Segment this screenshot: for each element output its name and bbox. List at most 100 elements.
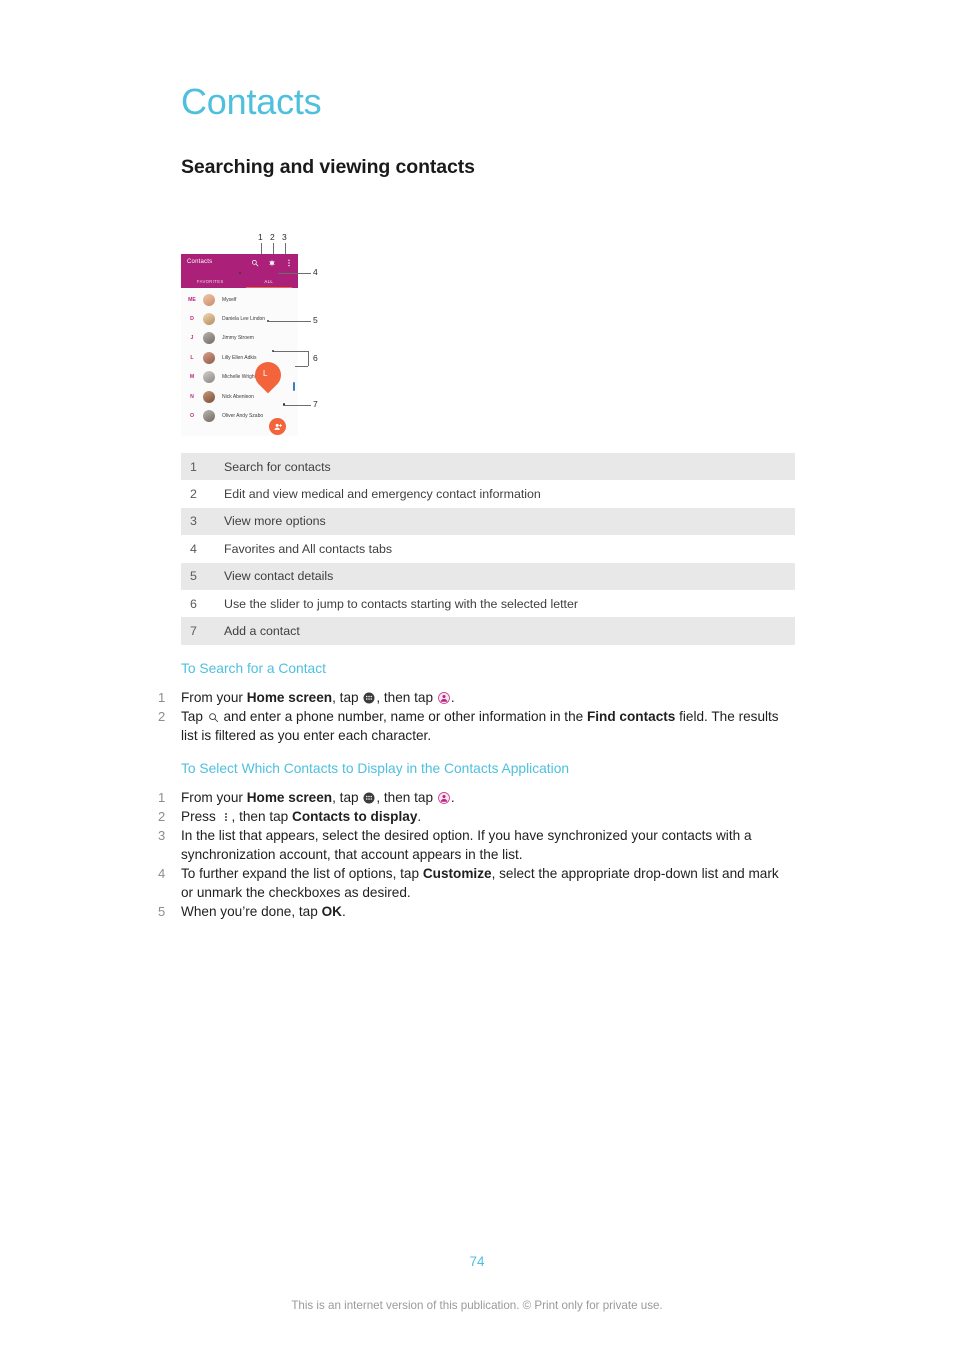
avatar: [203, 313, 215, 326]
step-emphasis: OK: [321, 904, 342, 919]
contact-name: Oliver Andy Szabo: [222, 413, 264, 420]
step-item: 2 Press , then tap Contacts to display.: [155, 807, 785, 826]
leader-line-6b: [307, 351, 309, 366]
callout-1: 1: [258, 232, 263, 242]
contacts-app-icon: [437, 792, 450, 804]
medical-emergency-icon[interactable]: [268, 259, 276, 267]
step-emphasis: Home screen: [246, 790, 333, 805]
step-number: 1: [158, 790, 166, 805]
step-text-part: From your: [181, 690, 247, 705]
contact-letter: D: [190, 316, 194, 323]
contacts-screen-illustration: 1 2 3 Contacts FAVORITES ALL ME Myself D…: [181, 232, 331, 442]
step-text-part: .: [450, 690, 455, 705]
tab-favorites[interactable]: FAVORITES: [181, 274, 240, 288]
legend-number: 5: [190, 569, 197, 584]
table-row: 3 View more options: [181, 507, 795, 536]
step-text: Press , then tap Contacts to display.: [181, 807, 785, 826]
legend-text: Add a contact: [224, 624, 300, 639]
legend-table: 1 Search for contacts 2 Edit and view me…: [181, 453, 795, 645]
search-icon[interactable]: [251, 259, 259, 267]
contact-name: Nick Abenleon: [222, 393, 254, 400]
alphabet-slider-thumb[interactable]: [293, 382, 295, 391]
step-text-part: .: [450, 790, 455, 805]
contact-name: Michelle Wright: [222, 374, 257, 381]
step-item: 4 To further expand the list of options,…: [155, 864, 785, 902]
legend-number: 4: [190, 541, 197, 556]
more-options-icon[interactable]: [285, 259, 293, 267]
callout-6: 6: [313, 353, 318, 363]
legend-text: Use the slider to jump to contacts start…: [224, 596, 578, 611]
contact-name: Lilly Ellen Adkis: [222, 354, 257, 361]
list-item[interactable]: ME Myself: [181, 290, 298, 309]
step-emphasis: Customize: [422, 866, 492, 881]
avatar: [203, 410, 215, 423]
step-text-part: To further expand the list of options, t…: [181, 866, 423, 881]
legend-text: Favorites and All contacts tabs: [224, 541, 393, 556]
tab-all[interactable]: ALL: [240, 274, 299, 289]
alphabet-slider-letter: L: [263, 369, 268, 378]
document-page: Contacts Searching and viewing contacts …: [0, 0, 954, 1350]
contact-letter: O: [189, 413, 195, 420]
step-number: 2: [158, 709, 166, 724]
table-row: 5 View contact details: [181, 562, 795, 590]
step-text-part: .: [341, 904, 346, 919]
step-item: 2 Tap and enter a phone number, name or …: [155, 707, 785, 745]
legend-text: View contact details: [224, 569, 334, 584]
step-text-part: Press: [181, 809, 220, 824]
step-item: 1 From your Home screen, tap , then tap …: [155, 688, 785, 707]
app-drawer-icon: [363, 692, 375, 704]
app-bar-actions: [251, 259, 293, 267]
step-text: To further expand the list of options, t…: [181, 864, 785, 902]
leader-line-6a: [273, 351, 308, 352]
add-contact-button[interactable]: [269, 418, 286, 435]
table-row: 2 Edit and view medical and emergency co…: [181, 480, 795, 508]
legend-text: Search for contacts: [224, 459, 331, 474]
step-text: From your Home screen, tap , then tap .: [181, 688, 785, 707]
app-bar-title: Contacts: [187, 259, 213, 265]
avatar: [203, 293, 215, 306]
table-row: 7 Add a contact: [181, 617, 795, 645]
step-emphasis: Find contacts: [586, 709, 676, 724]
callout-2: 2: [270, 232, 275, 242]
legend-number: 6: [190, 596, 197, 611]
phone-frame: Contacts FAVORITES ALL ME Myself D Danie…: [181, 254, 298, 436]
step-number: 2: [158, 809, 166, 824]
page-title: Contacts: [181, 81, 322, 122]
list-item[interactable]: J Jimmy Stroem: [181, 329, 298, 348]
procedure-steps-display: 1 From your Home screen, tap , then tap …: [155, 788, 785, 921]
contact-name: Daniela Lee Lindon: [222, 316, 266, 323]
leader-line-4: [278, 273, 311, 274]
contact-list: ME Myself D Daniela Lee Lindon J Jimmy S…: [181, 288, 298, 426]
page-number: 74: [469, 1254, 485, 1269]
callout-7: 7: [313, 399, 318, 409]
add-person-icon: [273, 423, 282, 430]
step-item: 5 When you’re done, tap OK.: [155, 902, 785, 921]
step-text: From your Home screen, tap , then tap .: [181, 788, 785, 807]
step-text: When you’re done, tap OK.: [181, 902, 785, 921]
avatar: [203, 371, 215, 384]
callout-3: 3: [282, 232, 287, 242]
callout-4: 4: [313, 267, 318, 277]
step-text-part: .: [417, 809, 422, 824]
step-text-part: From your: [181, 790, 247, 805]
step-emphasis: Contacts to display: [292, 809, 418, 824]
contacts-app-icon: [437, 692, 450, 704]
leader-line-6c: [295, 365, 308, 367]
step-item: 3 In the list that appears, select the d…: [155, 826, 785, 864]
list-item[interactable]: N Nick Abenleon: [181, 387, 298, 406]
contact-letter: J: [190, 335, 194, 342]
leader-line-5: [269, 321, 311, 322]
procedure-title-search: To Search for a Contact: [181, 661, 326, 676]
table-row: 1 Search for contacts: [181, 453, 795, 481]
section-heading: Searching and viewing contacts: [181, 156, 475, 178]
step-item: 1 From your Home screen, tap , then tap …: [155, 788, 785, 807]
contact-name: Jimmy Stroem: [222, 335, 254, 342]
table-row: 4 Favorites and All contacts tabs: [181, 535, 795, 563]
step-text-part: and enter a phone number, name or other …: [219, 709, 587, 724]
contact-name: Myself: [222, 296, 237, 303]
list-item[interactable]: D Daniela Lee Lindon: [181, 309, 298, 328]
step-text-part: , then tap: [231, 809, 292, 824]
callout-5: 5: [313, 315, 318, 325]
contact-letter: ME: [188, 296, 196, 303]
step-number: 5: [158, 904, 166, 919]
